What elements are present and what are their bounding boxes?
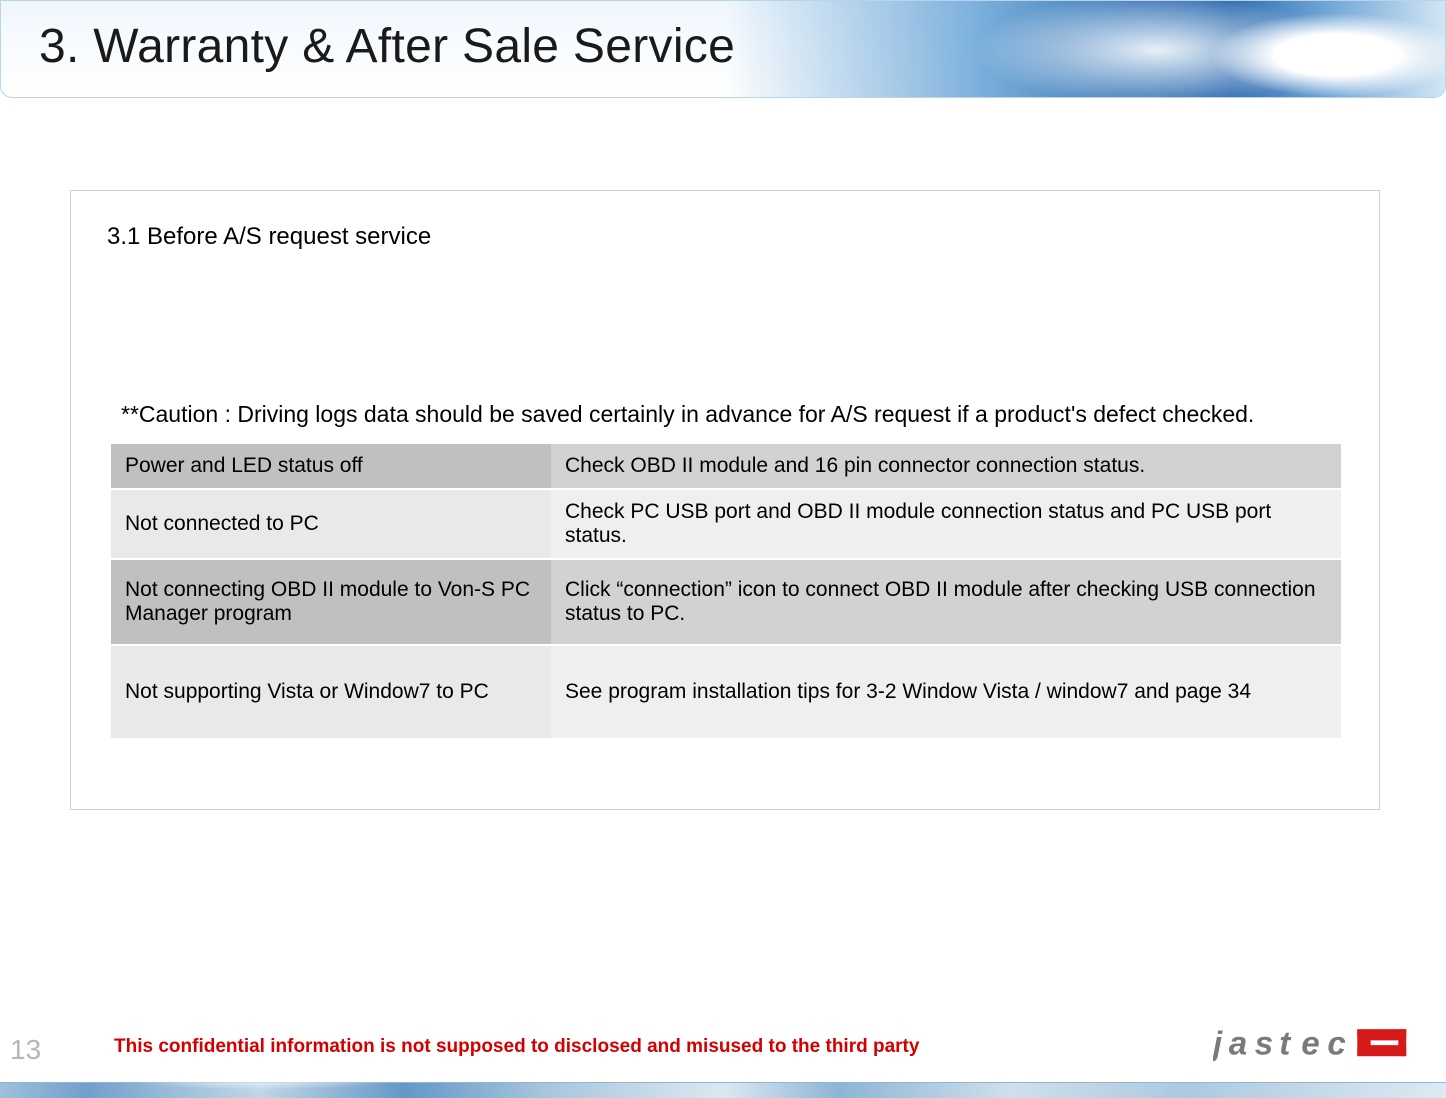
content-panel: 3.1 Before A/S request service **Caution…: [70, 190, 1380, 810]
table-row: Not connecting OBD II module to Von-S PC…: [111, 559, 1341, 645]
cell-action: Check OBD II module and 16 pin connector…: [551, 443, 1341, 489]
cell-issue: Power and LED status off: [111, 443, 551, 489]
cell-issue: Not connecting OBD II module to Von-S PC…: [111, 559, 551, 645]
page-title: 3. Warranty & After Sale Service: [39, 19, 735, 74]
svg-text:e: e: [1301, 1026, 1319, 1063]
bottom-edge-graphic: [0, 1082, 1446, 1098]
jastec-logo: j a s t e c: [1213, 1021, 1418, 1066]
header-banner: 3. Warranty & After Sale Service: [0, 0, 1446, 98]
table-row: Power and LED status off Check OBD II mo…: [111, 443, 1341, 489]
jastec-logo-icon: j a s t e c: [1213, 1021, 1418, 1066]
cell-issue: Not connected to PC: [111, 489, 551, 559]
cell-action: Check PC USB port and OBD II module conn…: [551, 489, 1341, 559]
svg-text:j: j: [1213, 1026, 1223, 1063]
table-row: Not connected to PC Check PC USB port an…: [111, 489, 1341, 559]
svg-text:s: s: [1255, 1026, 1273, 1063]
cell-action: See program installation tips for 3-2 Wi…: [551, 645, 1341, 739]
svg-text:c: c: [1327, 1026, 1345, 1063]
clouds-graphic: [725, 1, 1445, 98]
table-row: Not supporting Vista or Window7 to PC Se…: [111, 645, 1341, 739]
svg-text:t: t: [1279, 1026, 1292, 1063]
slide: 3. Warranty & After Sale Service 3.1 Bef…: [0, 0, 1446, 1098]
cell-action: Click “connection” icon to connect OBD I…: [551, 559, 1341, 645]
page-number: 13: [10, 1034, 41, 1066]
cell-issue: Not supporting Vista or Window7 to PC: [111, 645, 551, 739]
svg-text:a: a: [1229, 1026, 1247, 1063]
troubleshoot-table: Power and LED status off Check OBD II mo…: [111, 442, 1341, 740]
caution-text: **Caution : Driving logs data should be …: [121, 401, 1343, 428]
confidential-notice: This confidential information is not sup…: [114, 1036, 919, 1058]
section-heading: 3.1 Before A/S request service: [107, 223, 1343, 251]
